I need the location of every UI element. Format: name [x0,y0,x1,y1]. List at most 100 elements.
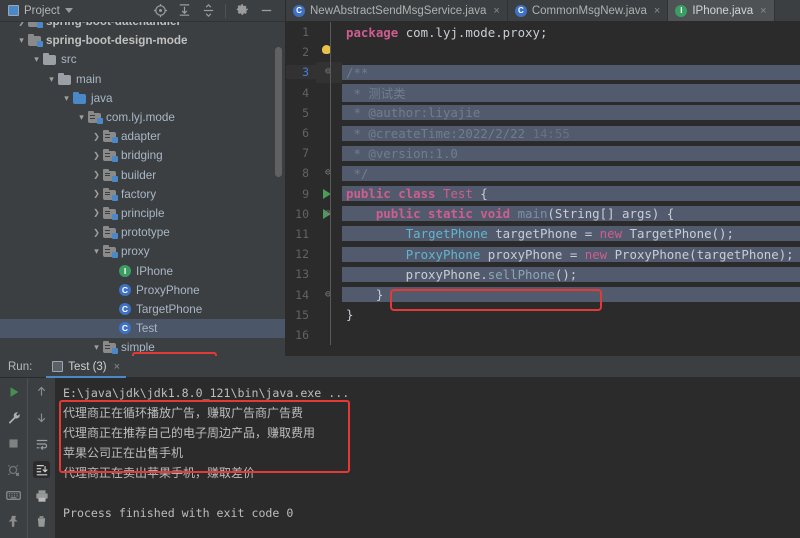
tree-item-main[interactable]: ▾ main [0,70,285,89]
tree-item-TargetPhone[interactable]: TargetPhone [0,300,285,319]
code-line-5[interactable]: 5 * @author:liyajie [286,102,800,123]
chevron-right-icon[interactable]: ❯ [90,151,103,160]
close-icon[interactable]: × [760,5,766,17]
chevron-down-icon[interactable]: ▾ [30,55,43,64]
trash-icon[interactable] [33,513,50,530]
locate-target-icon[interactable] [153,3,168,18]
chevron-down-icon[interactable]: ▾ [90,247,103,256]
editor-gutter[interactable]: ⊖ [316,62,342,83]
project-title-button[interactable]: Project [4,5,73,17]
tree-item-principle[interactable]: ❯ principle [0,204,285,223]
chevron-right-icon[interactable]: ❯ [90,171,103,179]
code-line-8[interactable]: 8 ⊖ */ [286,163,800,184]
editor-gutter[interactable] [316,102,342,123]
chevron-right-icon[interactable]: ❯ [90,209,103,217]
editor-gutter[interactable] [316,22,342,43]
editor-gutter[interactable] [316,183,342,204]
code-line-2[interactable]: 2 [286,42,800,63]
scroll-to-end-icon[interactable] [33,461,50,478]
tree-item-label: com.lyj.mode [106,111,175,125]
close-icon[interactable]: × [114,361,120,373]
rerun-icon[interactable] [5,383,22,400]
editor-gutter[interactable] [316,143,342,164]
editor-gutter[interactable] [316,324,342,345]
editor-gutter[interactable]: ⊖ [316,163,342,184]
code-line-13[interactable]: 13 proxyPhone.sellPhone(); [286,264,800,285]
chevron-right-icon[interactable]: ❯ [90,228,103,237]
line-number: 12 [295,247,309,262]
editor-gutter[interactable] [316,264,342,285]
code-line-6[interactable]: 6 * @createTime:2022/2/22 14:55 [286,122,800,144]
editor-gutter[interactable] [316,42,342,63]
wrench-icon[interactable] [5,409,22,426]
editor-gutter[interactable] [316,304,342,325]
arrow-up-icon[interactable] [33,383,50,400]
chevron-down-icon[interactable]: ▾ [90,343,103,352]
tree-item-ProxyPhone[interactable]: ProxyPhone [0,281,285,300]
tree-item-spring-boot-datehandler[interactable]: ❯ spring-boot-datehandler [0,22,285,31]
project-tree-scrollbar[interactable] [275,47,282,177]
close-icon[interactable]: × [654,5,660,17]
code-line-9[interactable]: 9 public class Test { [286,183,800,204]
code-line-11[interactable]: 11 TargetPhone targetPhone = new TargetP… [286,223,800,245]
stop-debug-icon[interactable] [5,461,22,478]
soft-wrap-icon[interactable] [33,435,50,452]
pin-icon[interactable] [5,513,22,530]
minimize-icon[interactable] [259,3,274,18]
tree-item-builder[interactable]: ❯ builder [0,166,285,185]
tree-item-src[interactable]: ▾ src [0,50,285,69]
console-output[interactable]: E:\java\jdk\jdk1.8.0_121\bin\java.exe ..… [55,378,800,538]
run-configuration-tab[interactable]: Test (3) × [46,356,126,378]
code-line-1[interactable]: 1 package com.lyj.mode.proxy; [286,22,800,43]
chevron-right-icon[interactable]: ❯ [90,132,103,141]
code-line-3[interactable]: 3 ⊖/** [286,62,800,83]
editor-tab-IPhone-java[interactable]: IPhone.java × [668,0,775,21]
tree-item-simple[interactable]: ▾ simple [0,338,285,356]
keyboard-icon[interactable] [5,487,22,504]
tree-item-bridging[interactable]: ❯ bridging [0,146,285,165]
code-line-7[interactable]: 7 * @version:1.0 [286,143,800,164]
code-line-12[interactable]: 12 ProxyPhone proxyPhone = new ProxyPhon… [286,244,800,265]
tree-item-com-lyj-mode[interactable]: ▾ com.lyj.mode [0,108,285,127]
editor-tab-CommonMsgNew-java[interactable]: CommonMsgNew.java × [508,0,669,21]
editor-tab-NewAbstractSendMsgService-java[interactable]: NewAbstractSendMsgService.java × [286,0,508,21]
chevron-down-icon[interactable]: ▾ [45,74,58,84]
editor-gutter[interactable]: ⊖ [316,203,342,224]
editor-gutter[interactable] [316,82,342,103]
tree-item-java[interactable]: ▾ java [0,89,285,108]
tree-item-factory[interactable]: ❯ factory [0,185,285,204]
code-line-10[interactable]: 10 ⊖ public static void main(String[] arg… [286,203,800,224]
editor-gutter[interactable]: ⊖ [316,284,342,305]
gutter-divider [330,264,331,285]
tree-item-adapter[interactable]: ❯ adapter [0,127,285,146]
chevron-right-icon[interactable]: ❯ [90,190,103,198]
close-icon[interactable]: × [493,5,499,17]
code-line-14[interactable]: 14 ⊖ } [286,284,800,305]
gear-icon[interactable] [235,3,250,18]
tree-item-proxy[interactable]: ▾ proxy [0,242,285,261]
chevron-right-icon[interactable]: ❯ [15,22,28,26]
tree-item-spring-boot-design-mode[interactable]: ▾ spring-boot-design-mode [0,31,285,50]
line-number: 8 [302,166,309,181]
tree-item-Test[interactable]: Test [0,319,285,339]
project-tree[interactable]: ❯spring-boot-datehandler▾spring-boot-des… [0,22,285,356]
tree-item-prototype[interactable]: ❯ prototype [0,223,285,242]
chevron-down-icon[interactable]: ▾ [75,113,88,122]
editor-gutter[interactable] [316,223,342,245]
code-line-15[interactable]: 15} [286,304,800,325]
arrow-down-icon[interactable] [33,409,50,426]
code-line-16[interactable]: 16 [286,324,800,345]
code-line-4[interactable]: 4 * 测试类 [286,82,800,103]
expand-all-icon[interactable] [177,3,192,18]
chevron-down-icon[interactable] [64,8,73,13]
tree-item-IPhone[interactable]: IPhone [0,261,285,280]
code-text: TargetPhone targetPhone = new TargetPhon… [342,226,800,242]
chevron-down-icon[interactable]: ▾ [60,93,73,103]
collapse-all-icon[interactable] [201,3,216,18]
code-editor[interactable]: 1 package com.lyj.mode.proxy; 2 3 ⊖/** 4 * 测试… [286,22,800,356]
print-icon[interactable] [33,487,50,504]
editor-gutter[interactable] [316,244,342,265]
stop-icon[interactable] [5,435,22,452]
editor-gutter[interactable] [316,122,342,144]
chevron-down-icon[interactable]: ▾ [15,36,28,45]
